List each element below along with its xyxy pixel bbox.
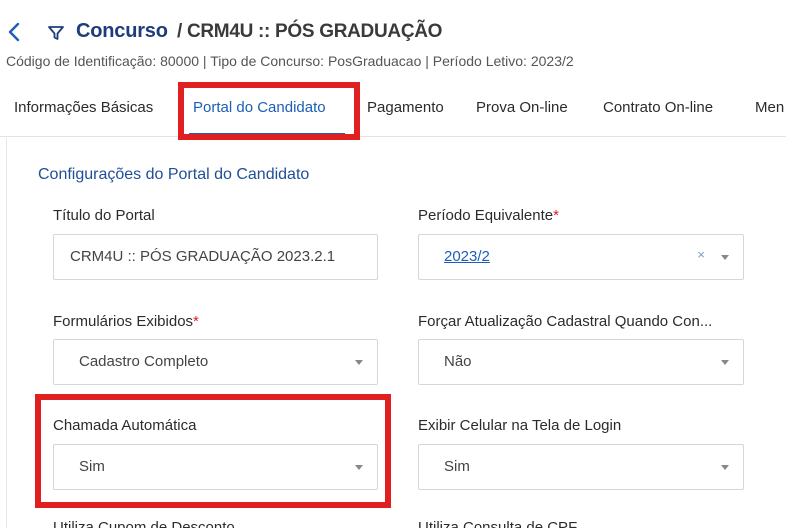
chevron-down-icon[interactable] xyxy=(721,360,729,365)
periodo-equivalente-value[interactable]: 2023/2 xyxy=(444,248,490,265)
titulo-portal-label: Título do Portal xyxy=(53,207,155,224)
consulta-cpf-label: Utiliza Consulta de CPF xyxy=(418,519,578,528)
chamada-automatica-label: Chamada Automática xyxy=(53,417,197,434)
formularios-exibidos-select[interactable]: Cadastro Completo xyxy=(53,339,378,385)
page-title: Concurso xyxy=(76,20,168,42)
section-title: Configurações do Portal do Candidato xyxy=(38,166,310,183)
forcar-atualizacao-value: Não xyxy=(444,353,472,370)
tab-contrato-online[interactable]: Contrato On-line xyxy=(603,99,713,116)
exibir-celular-label: Exibir Celular na Tela de Login xyxy=(418,417,622,434)
page-subtitle: / CRM4U :: PÓS GRADUAÇÃO xyxy=(177,21,443,42)
filter-icon[interactable] xyxy=(47,24,65,42)
tab-informacoes-basicas[interactable]: Informações Básicas xyxy=(14,99,153,116)
exibir-celular-value: Sim xyxy=(444,458,470,475)
periodo-equivalente-select[interactable]: 2023/2 × xyxy=(418,234,744,280)
titulo-portal-input[interactable]: CRM4U :: PÓS GRADUAÇÃO 2023.2.1 xyxy=(53,234,378,280)
contest-info: Código de Identificação: 80000 | Tipo de… xyxy=(6,53,574,69)
chamada-automatica-select[interactable]: Sim xyxy=(53,444,378,490)
exibir-celular-select[interactable]: Sim xyxy=(418,444,744,490)
active-tab-indicator xyxy=(189,133,345,136)
cupom-desconto-label: Utiliza Cupom de Desconto xyxy=(53,519,235,528)
tab-bar: Informações Básicas Portal do Candidato … xyxy=(0,93,786,137)
forcar-atualizacao-select[interactable]: Não xyxy=(418,339,744,385)
clear-icon[interactable]: × xyxy=(697,247,705,262)
formularios-exibidos-value: Cadastro Completo xyxy=(79,353,209,370)
chevron-left-icon[interactable] xyxy=(6,18,24,46)
titulo-portal-value: CRM4U :: PÓS GRADUAÇÃO 2023.2.1 xyxy=(70,248,336,265)
chevron-down-icon[interactable] xyxy=(355,360,363,365)
chevron-down-icon[interactable] xyxy=(721,255,729,260)
chamada-automatica-value: Sim xyxy=(79,458,105,475)
tab-portal-do-candidato[interactable]: Portal do Candidato xyxy=(193,99,326,116)
periodo-equivalente-label: Período Equivalente* xyxy=(418,207,559,224)
chevron-down-icon[interactable] xyxy=(355,465,363,470)
tab-pagamento[interactable]: Pagamento xyxy=(367,99,444,116)
formularios-exibidos-label: Formulários Exibidos* xyxy=(53,313,199,330)
tab-more[interactable]: Men xyxy=(755,99,784,116)
chevron-down-icon[interactable] xyxy=(721,465,729,470)
tab-prova-online[interactable]: Prova On-line xyxy=(476,99,568,116)
forcar-atualizacao-label: Forçar Atualização Cadastral Quando Con.… xyxy=(418,313,713,330)
